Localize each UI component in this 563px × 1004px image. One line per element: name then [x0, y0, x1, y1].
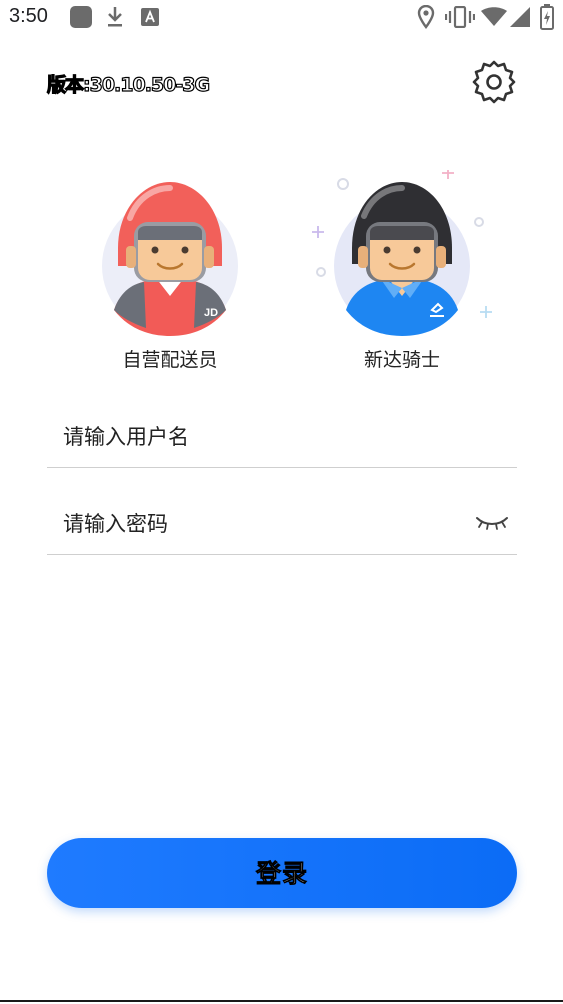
login-button-label: 登录 — [255, 860, 308, 889]
login-button[interactable]: 登录 — [47, 838, 517, 908]
status-bar: 3:50 — [0, 0, 563, 34]
eye-closed-icon[interactable] — [475, 512, 509, 532]
status-time: 3:50 — [9, 5, 48, 27]
role-label-xinda-rider: 新达骑士 — [363, 349, 440, 371]
download-icon — [108, 7, 122, 27]
username-input[interactable] — [63, 417, 463, 457]
role-self-courier[interactable]: JD 自营配送员 — [90, 170, 250, 380]
black-helmet-rider-avatar — [312, 170, 492, 336]
app-square-icon — [70, 6, 92, 28]
role-xinda-rider[interactable]: 新达骑士 — [310, 170, 500, 380]
password-input[interactable] — [63, 504, 463, 544]
font-a-icon — [141, 8, 159, 26]
version-label: 版本:30.10.50-3G — [46, 73, 210, 96]
battery-charging-icon — [540, 4, 554, 30]
vibrate-icon — [445, 6, 475, 28]
username-field — [47, 407, 517, 468]
signal-icon — [510, 7, 530, 27]
settings-button[interactable] — [470, 58, 518, 106]
location-icon — [417, 5, 435, 29]
red-helmet-courier-avatar: JD — [102, 182, 238, 336]
role-label-self-courier: 自营配送员 — [122, 349, 218, 371]
svg-text:JD: JD — [204, 307, 218, 319]
wifi-icon — [481, 7, 507, 26]
bottom-divider — [0, 1000, 563, 1002]
gear-icon — [472, 60, 516, 104]
password-field — [47, 494, 517, 555]
